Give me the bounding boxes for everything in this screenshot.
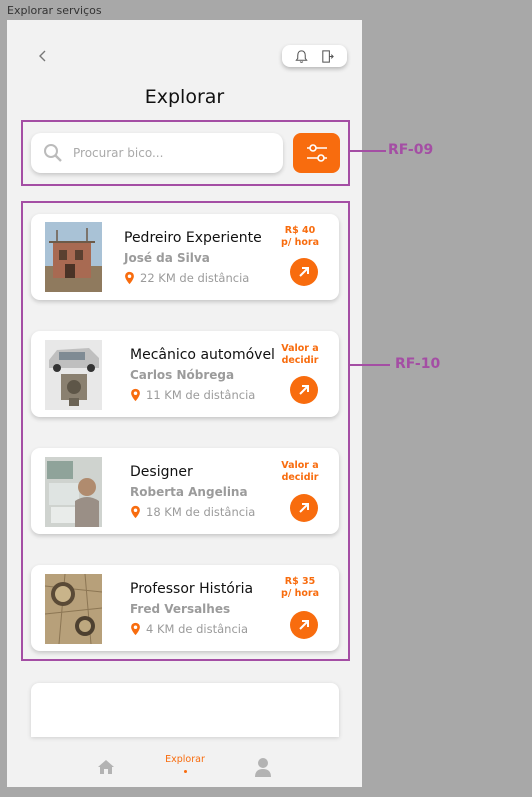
annotation-box-list <box>21 201 350 661</box>
annotation-box-search <box>21 120 350 186</box>
bell-icon[interactable] <box>293 48 309 64</box>
annotation-line-search <box>350 150 386 152</box>
nav-explore[interactable]: Explorar <box>157 754 213 773</box>
back-button[interactable] <box>33 46 53 66</box>
service-card-partial[interactable] <box>31 683 339 737</box>
nav-explore-label: Explorar <box>165 754 205 765</box>
logout-icon[interactable] <box>320 48 336 64</box>
chevron-left-icon <box>39 50 46 62</box>
annotation-label-search: RF-09 <box>388 142 434 158</box>
user-icon <box>255 758 271 777</box>
annotation-label-list: RF-10 <box>395 356 441 372</box>
home-icon <box>98 760 114 774</box>
window-title: Explorar serviços <box>7 4 102 17</box>
nav-home[interactable] <box>97 758 115 776</box>
nav-active-indicator <box>183 770 187 773</box>
header-actions <box>282 45 347 67</box>
annotation-line-list <box>350 364 390 366</box>
page-title: Explorar <box>144 86 225 108</box>
header: Explorar <box>7 20 362 110</box>
nav-profile[interactable] <box>254 757 272 777</box>
bottom-nav: Explorar <box>7 744 362 787</box>
